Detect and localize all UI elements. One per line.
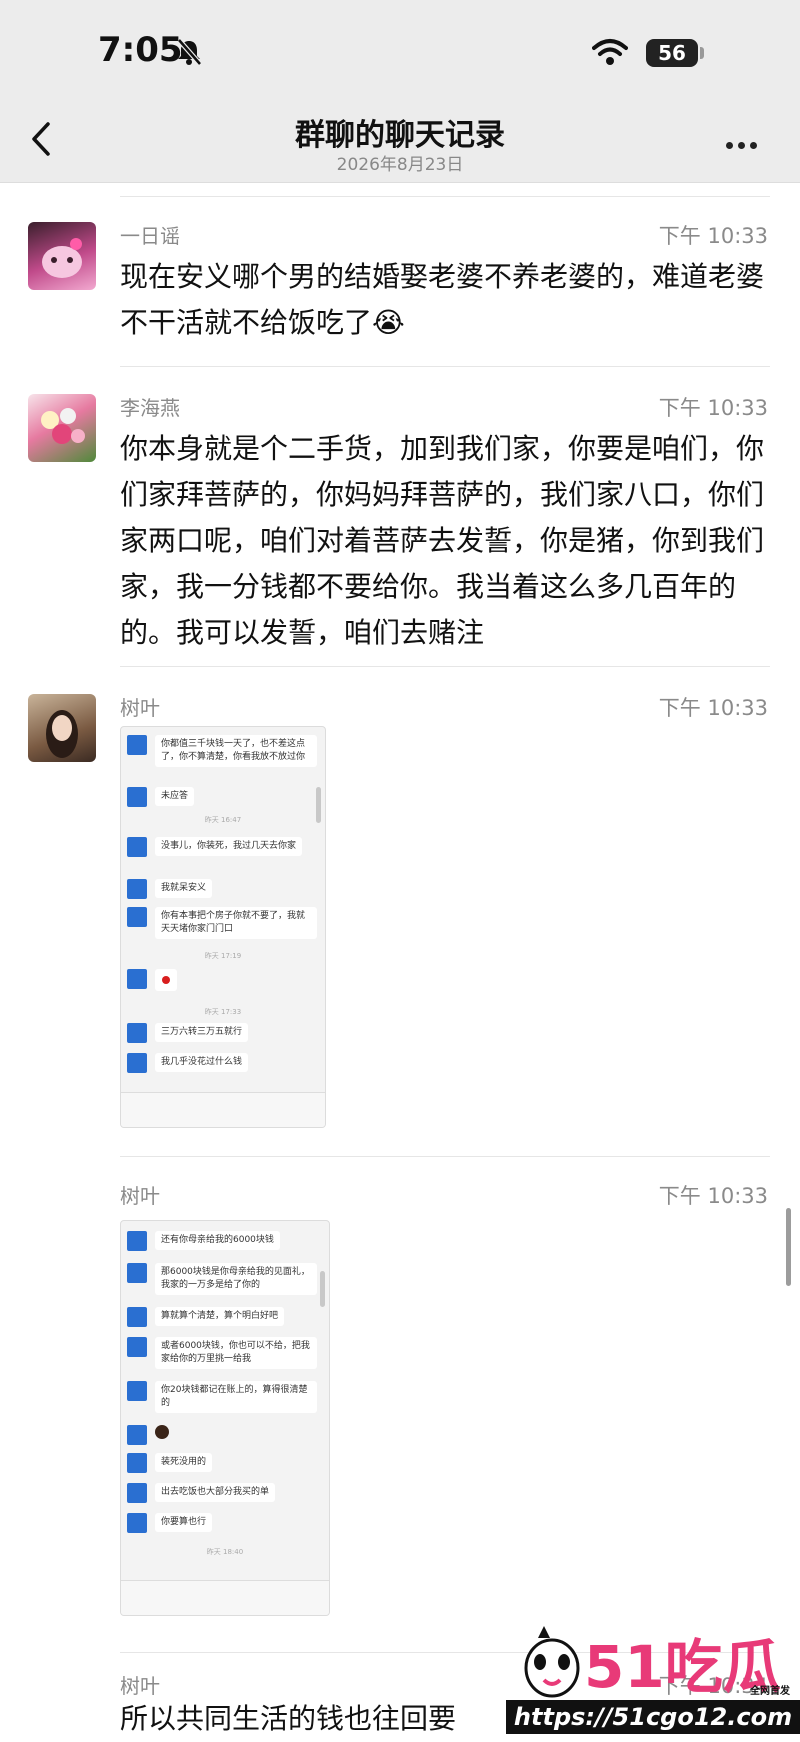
nav-header: 群聊的聊天记录 2026年8月23日 <box>0 100 800 183</box>
list-item: 出去吃饭也大部分我买的单 <box>127 1483 276 1509</box>
shot-input-bar <box>121 1580 329 1615</box>
avatar[interactable] <box>28 394 96 462</box>
sender-name: 树叶 <box>120 1674 160 1698</box>
sender-name: 树叶 <box>120 696 160 720</box>
status-bar: 7:05 56 <box>0 0 800 100</box>
list-item: 还有你母亲给我的6000块钱 <box>127 1231 280 1257</box>
list-item: 未应答 <box>127 787 195 813</box>
divider <box>120 1156 770 1157</box>
shot-scrollbar <box>320 1271 325 1307</box>
message-text: 现在安义哪个男的结婚娶老婆不养老婆的，难道老婆不干活就不给饭吃了😭 <box>120 260 765 339</box>
bell-muted-icon <box>177 38 202 66</box>
list-item: 三万六转三万五就行 <box>127 1023 249 1049</box>
shot-timestamp: 昨天 18:40 <box>206 1548 244 1556</box>
status-time: 7:05 <box>98 30 183 70</box>
battery-indicator: 56 <box>646 39 698 67</box>
watermark-url: https://51cgo12.com <box>506 1700 800 1734</box>
list-item: 你要算也行 <box>127 1513 213 1539</box>
wifi-icon <box>592 39 628 65</box>
list-item: 我就呆安义 <box>127 879 213 905</box>
list-item: 装死没用的 <box>127 1453 213 1479</box>
list-item: 算就算个清楚，算个明白好吧 <box>127 1307 285 1333</box>
sender-name: 一日谣 <box>120 224 180 248</box>
avatar[interactable] <box>28 694 96 762</box>
sender-name: 树叶 <box>120 1184 160 1208</box>
message-time: 下午 10:33 <box>658 396 768 420</box>
shot-timestamp: 昨天 17:19 <box>204 952 242 960</box>
more-options-icon[interactable] <box>726 134 766 149</box>
shot-scrollbar <box>316 787 321 823</box>
scrollbar[interactable] <box>786 1208 791 1286</box>
watermark: 51吃瓜 全网首发 https://51cgo12.com <box>506 1620 800 1737</box>
list-item: 没事儿，你装死，我过几天去你家 <box>127 837 303 863</box>
battery-tip <box>700 47 704 59</box>
screenshot-image[interactable]: 还有你母亲给我的6000块钱 那6000块钱是你母亲给我的见面礼，我家的一万多是… <box>120 1220 330 1616</box>
shot-input-bar <box>121 1092 325 1127</box>
list-item <box>127 1425 169 1451</box>
list-item <box>127 969 177 995</box>
divider <box>120 666 770 667</box>
list-item: 我几乎没花过什么钱 <box>127 1053 249 1079</box>
divider <box>120 196 770 197</box>
page-date: 2026年8月23日 <box>336 155 464 175</box>
avatar[interactable] <box>28 222 96 290</box>
list-item: 你20块钱都记在账上的，算得很清楚的 <box>127 1381 317 1413</box>
watermark-tag: 全网首发 <box>750 1686 790 1697</box>
shot-timestamp: 昨天 16:47 <box>204 816 242 824</box>
sender-name: 李海燕 <box>120 396 180 420</box>
list-item: 你有本事把个房子你就不要了，我就天天堵你家门门口 <box>127 907 317 939</box>
shot-timestamp: 昨天 17:33 <box>204 1008 242 1016</box>
screenshot-image[interactable]: 你都值三千块钱一天了，也不差这点了，你不算清楚，你看我放不放过你 未应答 昨天 … <box>120 726 326 1128</box>
list-item: 你都值三千块钱一天了，也不差这点了，你不算清楚，你看我放不放过你 <box>127 735 317 767</box>
message-text: 你本身就是个二手货，加到我们家，你要是咱们，你们家拜菩萨的，你妈妈拜菩萨的，我们… <box>120 432 765 649</box>
divider <box>120 366 770 367</box>
message-time: 下午 10:33 <box>658 1184 768 1208</box>
mascot-icon <box>524 1626 580 1698</box>
page-title: 群聊的聊天记录 <box>295 118 505 153</box>
list-item: 或者6000块钱，你也可以不给，把我家给你的万里挑一给我 <box>127 1337 317 1369</box>
list-item: 那6000块钱是你母亲给我的见面礼，我家的一万多是给了你的 <box>127 1263 317 1295</box>
message-time: 下午 10:33 <box>658 696 768 720</box>
message-time: 下午 10:33 <box>658 224 768 248</box>
